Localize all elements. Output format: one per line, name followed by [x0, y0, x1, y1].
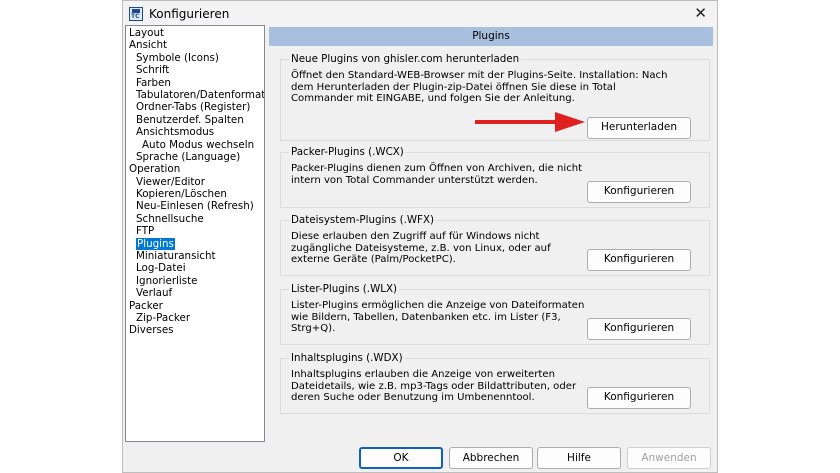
tree-item-label: Farben — [136, 76, 171, 89]
download-button[interactable]: Herunterladen — [587, 117, 691, 139]
tree-item[interactable]: Schrift — [126, 64, 264, 76]
configure-packer-button[interactable]: Konfigurieren — [587, 181, 691, 203]
tree-item-label: Log-Datei — [136, 262, 186, 275]
tree-item[interactable]: Diverses — [126, 324, 264, 336]
group-filesystem: Dateisystem-Plugins (.WFX) Diese erlaube… — [280, 214, 710, 276]
tree-item-label: Schnellsuche — [136, 212, 204, 225]
tree-item[interactable]: Kopieren/Löschen — [126, 188, 264, 200]
tree-item-label: Ansichtsmodus — [136, 126, 215, 139]
tree-item[interactable]: Layout — [126, 27, 264, 39]
tree-item[interactable]: Schnellsuche — [126, 213, 264, 225]
tree-item-label: Auto Modus wechseln — [142, 138, 255, 151]
configure-filesystem-button[interactable]: Konfigurieren — [587, 249, 691, 271]
configure-dialog: Konfigurieren ✕ LayoutAnsichtSymbole (Ic… — [122, 0, 718, 473]
tree-item[interactable]: Tabulatoren/Datenformate — [126, 89, 264, 101]
group-content-text: Inhaltsplugins erlauben die Anzeige von … — [291, 369, 577, 404]
panel-title: Plugins — [269, 27, 713, 46]
tree-item[interactable]: Log-Datei — [126, 262, 264, 274]
group-download-text: Öffnet den Standard-WEB-Browser mit der … — [291, 70, 668, 105]
tree-item-label: Zip-Packer — [136, 311, 191, 324]
tree-item-label: Kopieren/Löschen — [136, 188, 227, 201]
help-button[interactable]: Hilfe — [537, 447, 621, 469]
group-lister: Lister-Plugins (.WLX) Lister-Plugins erm… — [280, 283, 710, 345]
tree-item-label: Packer — [129, 299, 163, 312]
ok-button[interactable]: OK — [359, 447, 443, 469]
tree-item[interactable]: Benutzerdef. Spalten — [126, 114, 264, 126]
tree-item-label: Plugins — [136, 237, 175, 250]
tree-item-label: Benutzerdef. Spalten — [136, 113, 244, 126]
tree-item-label: Ordner-Tabs (Register) — [136, 101, 251, 114]
apply-button[interactable]: Anwenden — [627, 447, 711, 469]
tree-item-label: Verlauf — [136, 287, 173, 300]
tree-item-label: Schrift — [136, 64, 170, 77]
tree-item-label: Diverses — [129, 324, 174, 337]
tree-item[interactable]: Operation — [126, 163, 264, 175]
tree-item-label: Operation — [129, 163, 181, 176]
group-lister-text: Lister-Plugins ermöglichen die Anzeige v… — [291, 300, 585, 335]
tree-item-label: Sprache (Language) — [136, 150, 241, 163]
tree-item-label: Layout — [129, 27, 165, 39]
group-filesystem-text: Diese erlauben den Zugriff auf für Windo… — [291, 231, 551, 266]
tree-item[interactable]: Ignorierliste — [126, 275, 264, 287]
tree-item[interactable]: Sprache (Language) — [126, 151, 264, 163]
tree-item-label: Miniaturansicht — [136, 250, 216, 263]
tree-item[interactable]: Auto Modus wechseln — [126, 139, 264, 151]
tree-item[interactable]: Symbole (Icons) — [126, 52, 264, 64]
configure-content-button[interactable]: Konfigurieren — [587, 387, 691, 409]
tree-item[interactable]: Ansicht — [126, 39, 264, 51]
tree-item[interactable]: Verlauf — [126, 287, 264, 299]
tree-item[interactable]: Farben — [126, 77, 264, 89]
tree-item-label: Neu-Einlesen (Refresh) — [136, 200, 254, 213]
red-arrow-annotation — [475, 112, 585, 132]
window-title: Konfigurieren — [149, 7, 230, 21]
tree-item[interactable]: Plugins — [126, 237, 264, 250]
tree-item-label: Symbole (Icons) — [136, 51, 219, 64]
tree-item[interactable]: FTP — [126, 225, 264, 237]
tree-item-label: FTP — [136, 225, 155, 238]
configure-lister-button[interactable]: Konfigurieren — [587, 318, 691, 340]
total-commander-icon — [129, 7, 143, 21]
tree-item[interactable]: Packer — [126, 300, 264, 312]
title-bar: Konfigurieren ✕ — [123, 1, 717, 28]
tree-item[interactable]: Miniaturansicht — [126, 250, 264, 262]
tree-item[interactable]: Zip-Packer — [126, 312, 264, 324]
tree-item[interactable]: Ordner-Tabs (Register) — [126, 101, 264, 113]
tree-item[interactable]: Viewer/Editor — [126, 176, 264, 188]
tree-item-label: Tabulatoren/Datenformate — [136, 88, 265, 101]
group-filesystem-title: Dateisystem-Plugins (.WFX) — [289, 214, 437, 226]
group-lister-title: Lister-Plugins (.WLX) — [289, 283, 400, 295]
group-content: Inhaltsplugins (.WDX) Inhaltsplugins erl… — [280, 352, 710, 414]
tree-item-label: Ansicht — [129, 39, 168, 52]
settings-tree[interactable]: Layout Ansicht Symbole (Icons) Schrift Farbe… — [125, 25, 265, 442]
cancel-button[interactable]: Abbrechen — [449, 447, 533, 469]
tree-item[interactable]: Ansichtsmodus — [126, 126, 264, 138]
group-download-title: Neue Plugins von ghisler.com herunterlad… — [289, 53, 522, 65]
tree-item[interactable]: Neu-Einlesen (Refresh) — [126, 200, 264, 212]
group-content-title: Inhaltsplugins (.WDX) — [289, 352, 405, 364]
group-packer-title: Packer-Plugins (.WCX) — [289, 146, 406, 158]
tree-item-label: Ignorierliste — [136, 274, 198, 287]
close-icon[interactable]: ✕ — [694, 4, 707, 22]
group-packer: Packer-Plugins (.WCX) Packer-Plugins die… — [280, 146, 710, 208]
tree-item-label: Viewer/Editor — [136, 175, 205, 188]
group-packer-text: Packer-Plugins dienen zum Öffnen von Arc… — [291, 163, 583, 186]
